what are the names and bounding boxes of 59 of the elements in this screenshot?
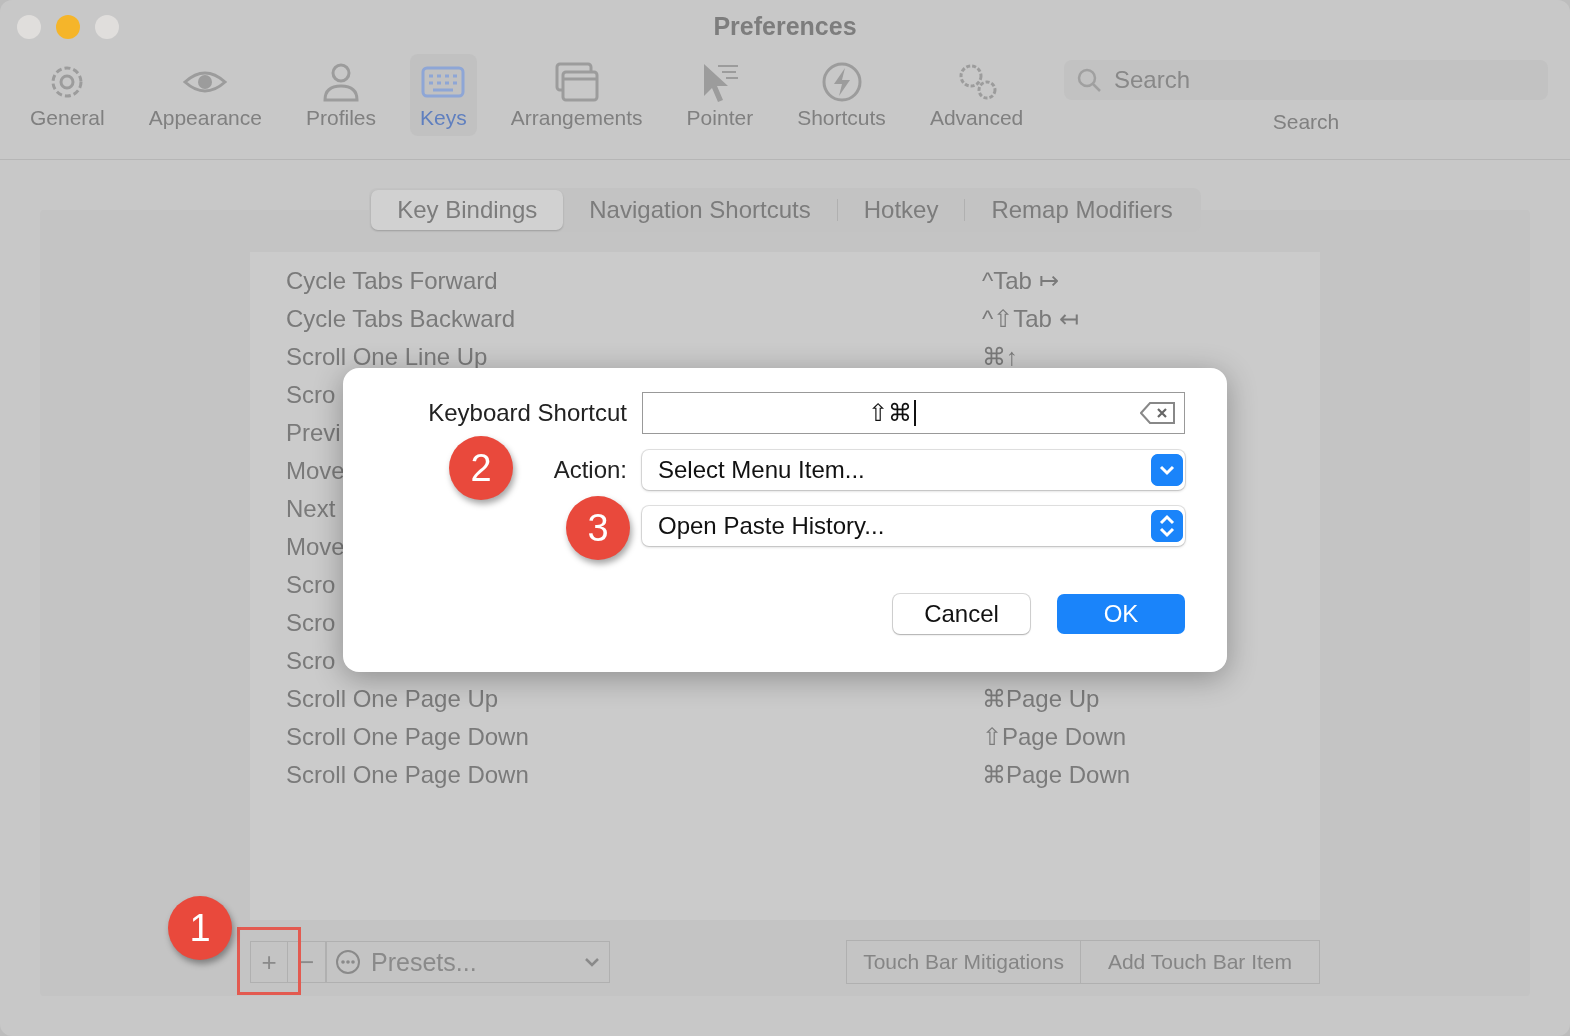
binding-action: Scro [286, 571, 336, 599]
field-label: Keyboard Shortcut [428, 399, 627, 427]
binding-action: Cycle Tabs Backward [286, 305, 515, 333]
minimize-button[interactable] [56, 14, 80, 39]
search-field[interactable]: Search [1112, 64, 1536, 95]
window-title: Preferences [712, 12, 858, 42]
field-label: Action: [553, 456, 627, 484]
segment-tab[interactable]: Hotkey [837, 190, 965, 230]
binding-action: Previ [286, 419, 341, 447]
binding-action: Scroll One Line Up [286, 343, 488, 371]
close-button[interactable] [17, 14, 41, 39]
toolbar-tab[interactable]: Keys [410, 53, 477, 136]
segment-tab[interactable]: Remap Modifiers [965, 190, 1199, 230]
toolbar-tab[interactable]: Pointer [676, 53, 764, 136]
zoom-button[interactable] [95, 14, 119, 39]
binding-shortcut: ⌘↑ [982, 343, 1018, 371]
binding-shortcut: ⌘Page Up [982, 685, 1100, 713]
binding-action: Scroll One Page Down [286, 723, 529, 751]
binding-shortcut: ^⇧Tab ↤ [982, 305, 1079, 333]
binding-action: Cycle Tabs Forward [286, 267, 498, 295]
toolbar-tab[interactable]: Appearance [138, 53, 272, 136]
toolbar-tab[interactable]: Advanced [919, 53, 1034, 136]
delete-icon[interactable] [1140, 401, 1176, 425]
binding-action: Scro [286, 381, 336, 409]
binding-action: Move [286, 457, 345, 485]
binding-shortcut: ⇧Page Down [982, 723, 1127, 751]
toolbar-tab[interactable]: Shortcuts [787, 53, 896, 136]
binding-shortcut: ^Tab ↦ [982, 267, 1059, 295]
toolbar-tab[interactable]: Profiles [296, 53, 386, 136]
search-icon [1076, 66, 1102, 93]
shortcut-field[interactable]: ⇧⌘ [642, 392, 1185, 434]
binding-action: Move [286, 533, 345, 561]
shortcut-value: ⇧⌘ [867, 399, 912, 427]
binding-action: Scro [286, 647, 336, 675]
highlight-frame [237, 927, 301, 995]
menu-item-popup[interactable]: Open Paste History... [642, 506, 1185, 546]
touch-bar-button[interactable]: Touch Bar Mitigations [846, 940, 1081, 984]
binding-shortcut: ⌘Page Down [982, 761, 1131, 789]
chevron-icon [1151, 454, 1183, 486]
binding-action: Scro [286, 609, 336, 637]
stepper-chevron-icon [1151, 510, 1183, 542]
cancel-button[interactable]: Cancel [893, 594, 1030, 634]
text-cursor [913, 400, 916, 426]
segment-tab[interactable]: Key Bindings [371, 190, 564, 230]
touch-bar-button[interactable]: Add Touch Bar Item [1080, 940, 1320, 984]
ellipsis-icon [335, 949, 361, 975]
toolbar-tab[interactable]: General [20, 53, 115, 136]
binding-action: Next [286, 495, 336, 523]
binding-action: Scroll One Page Up [286, 685, 499, 713]
ok-button[interactable]: OK [1057, 594, 1185, 634]
search-label: Search [1272, 109, 1340, 134]
presets-popup[interactable]: Presets... [326, 941, 610, 983]
toolbar-tab[interactable]: Arrangements [500, 53, 653, 136]
action-popup[interactable]: Select Menu Item... [642, 450, 1185, 490]
add-button[interactable]: + [250, 941, 288, 983]
search-box[interactable]: Search [1064, 59, 1548, 100]
segment-tab[interactable]: Navigation Shortcuts [563, 190, 837, 230]
binding-action: Scroll One Page Down [286, 761, 529, 789]
chevron-down-icon [583, 956, 601, 968]
